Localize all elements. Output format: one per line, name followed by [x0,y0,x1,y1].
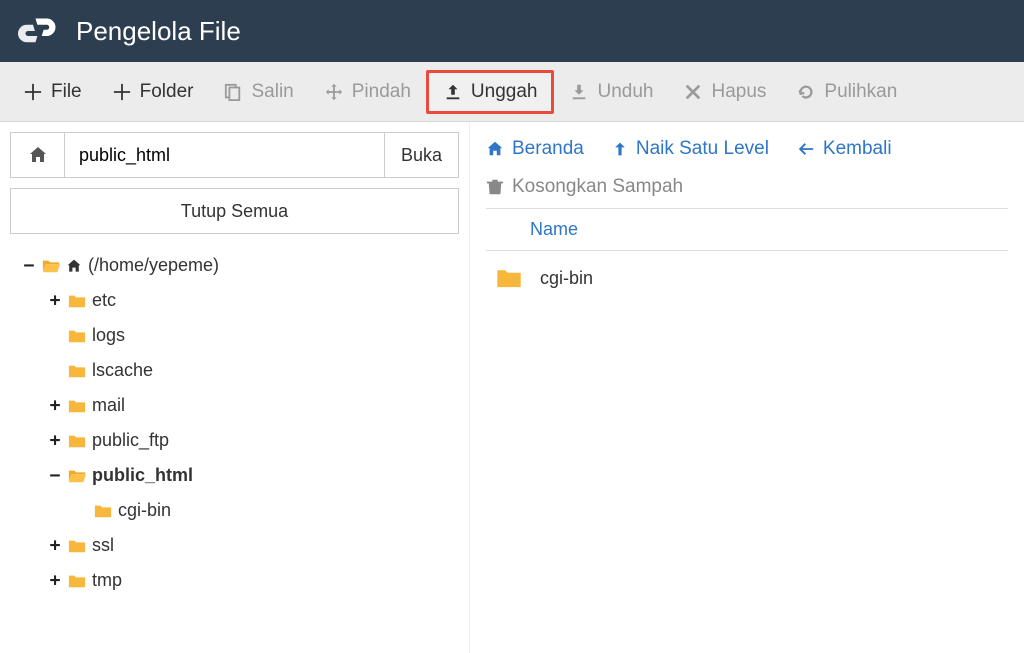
collapse-label: Tutup Semua [181,201,288,222]
home-icon [28,145,48,165]
folder-icon [68,397,86,415]
toolbar-label: Unduh [597,81,653,103]
home-action[interactable]: Beranda [486,138,584,160]
path-bar: Buka [10,132,459,178]
folder-icon [68,537,86,555]
home-icon [66,258,82,274]
empty-trash-action[interactable]: Kosongkan Sampah [486,176,683,198]
table-header: Name [486,208,1008,251]
action-bar-2: Kosongkan Sampah [486,170,1008,208]
folder-icon [68,327,86,345]
toolbar-label: File [51,81,82,103]
collapse-all-button[interactable]: Tutup Semua [10,188,459,234]
up-level-action[interactable]: Naik Satu Level [612,138,769,160]
folder-icon [68,362,86,380]
toolbar-label: Pulihkan [824,81,897,103]
go-label: Buka [401,145,442,166]
restore-button[interactable]: Pulihkan [781,70,912,114]
main-toolbar: File Folder Salin Pindah Unggah Unduh [0,62,1024,122]
expand-icon[interactable]: + [48,287,62,314]
toolbar-label: Hapus [711,81,766,103]
home-button[interactable] [11,133,65,177]
upload-button[interactable]: Unggah [426,70,555,114]
copy-icon [223,82,243,102]
name-column-header[interactable]: Name [530,219,578,239]
app-header: Pengelola File [0,0,1024,62]
tree-label: etc [92,287,116,314]
move-button[interactable]: Pindah [309,70,426,114]
trash-icon [486,178,504,196]
tree-label: ssl [92,532,114,559]
tree-label: logs [92,322,125,349]
tree-label: public_ftp [92,427,169,454]
tree-item-public-html[interactable]: − public_html [48,458,459,493]
folder-open-icon [42,257,60,275]
go-button[interactable]: Buka [384,133,458,177]
tree-item-tmp[interactable]: + tmp [48,563,459,598]
close-icon [683,82,703,102]
copy-button[interactable]: Salin [208,70,308,114]
tree-label: (/home/yepeme) [88,252,219,279]
folder-icon [94,502,112,520]
toolbar-label: Unggah [471,81,538,103]
folder-tree: − (/home/yepeme) + etc + logs [10,244,459,598]
tree-item-mail[interactable]: + mail [48,388,459,423]
undo-icon [796,82,816,102]
home-icon [486,140,504,158]
folder-icon [68,572,86,590]
action-label: Beranda [512,138,584,160]
action-label: Kosongkan Sampah [512,176,683,198]
download-button[interactable]: Unduh [554,70,668,114]
tree-label: public_html [92,462,193,489]
folder-icon [68,292,86,310]
action-label: Naik Satu Level [636,138,769,160]
tree-root[interactable]: − (/home/yepeme) [22,248,459,283]
cpanel-logo [16,9,60,53]
tree-item-etc[interactable]: + etc [48,283,459,318]
file-name: cgi-bin [540,268,593,289]
tree-item-public-ftp[interactable]: + public_ftp [48,423,459,458]
toolbar-label: Folder [140,81,194,103]
action-label: Kembali [823,138,892,160]
tree-item-cgi-bin[interactable]: + cgi-bin [74,493,459,528]
main-content: Buka Tutup Semua − (/home/yepeme) + etc … [0,122,1024,653]
arrow-up-icon [612,140,628,158]
delete-button[interactable]: Hapus [668,70,781,114]
collapse-icon[interactable]: − [22,252,36,279]
tree-label: mail [92,392,125,419]
folder-icon [496,265,522,291]
expand-icon[interactable]: + [48,567,62,594]
upload-icon [443,82,463,102]
action-bar: Beranda Naik Satu Level Kembali [486,132,1008,170]
plus-icon [112,82,132,102]
app-title: Pengelola File [76,16,241,47]
file-panel: Beranda Naik Satu Level Kembali Kosongka… [470,122,1024,653]
new-file-button[interactable]: File [8,70,97,114]
toolbar-label: Salin [251,81,293,103]
tree-item-ssl[interactable]: + ssl [48,528,459,563]
toolbar-label: Pindah [352,81,411,103]
new-folder-button[interactable]: Folder [97,70,209,114]
tree-item-lscache[interactable]: + lscache [48,353,459,388]
sidebar: Buka Tutup Semua − (/home/yepeme) + etc … [0,122,470,653]
tree-label: lscache [92,357,153,384]
back-action[interactable]: Kembali [797,138,892,160]
plus-icon [23,82,43,102]
download-icon [569,82,589,102]
folder-open-icon [68,467,86,485]
arrow-left-icon [797,140,815,158]
expand-icon[interactable]: + [48,427,62,454]
move-icon [324,82,344,102]
tree-item-logs[interactable]: + logs [48,318,459,353]
tree-label: cgi-bin [118,497,171,524]
tree-label: tmp [92,567,122,594]
folder-icon [68,432,86,450]
path-input[interactable] [65,133,384,177]
collapse-icon[interactable]: − [48,462,62,489]
file-row[interactable]: cgi-bin [486,251,1008,291]
expand-icon[interactable]: + [48,532,62,559]
expand-icon[interactable]: + [48,392,62,419]
